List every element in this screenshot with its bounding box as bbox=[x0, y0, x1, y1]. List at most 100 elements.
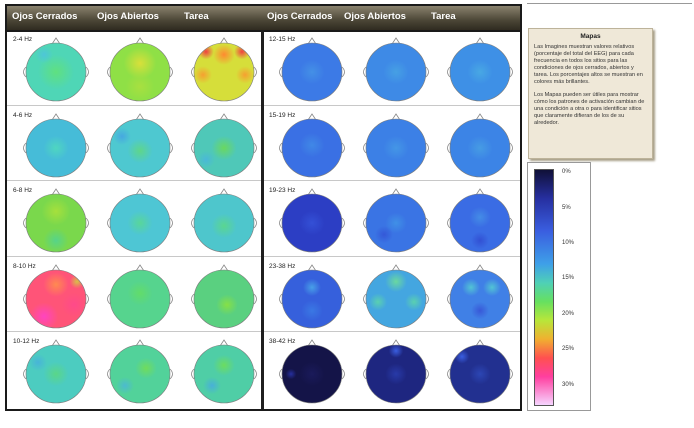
head-map bbox=[361, 264, 431, 329]
activation-region bbox=[194, 66, 212, 84]
activation-region bbox=[299, 132, 325, 157]
row-separator bbox=[264, 104, 520, 106]
head-map-svg bbox=[447, 37, 513, 102]
activation-region bbox=[213, 355, 235, 377]
head-map-svg bbox=[23, 112, 89, 177]
right-ear bbox=[85, 293, 89, 305]
head-map bbox=[277, 264, 347, 329]
head-map bbox=[21, 112, 91, 178]
head-map-svg bbox=[447, 188, 513, 253]
info-title: Mapas bbox=[580, 33, 601, 40]
row-separator bbox=[264, 180, 520, 182]
right-ear bbox=[169, 293, 173, 305]
activation-region bbox=[127, 138, 153, 163]
head-map bbox=[189, 339, 259, 404]
right-ear bbox=[425, 142, 429, 153]
header-eyes-open-left: Ojos Abiertos bbox=[97, 11, 159, 22]
left-ear bbox=[363, 293, 367, 305]
activation-region bbox=[467, 135, 493, 160]
right-ear bbox=[169, 142, 173, 153]
activation-region bbox=[29, 354, 47, 372]
right-ear bbox=[253, 66, 257, 78]
scale-tick-label: 30% bbox=[562, 382, 575, 388]
left-ear bbox=[447, 217, 451, 229]
activation-region bbox=[211, 135, 237, 160]
scale-tick-label: 5% bbox=[562, 205, 571, 211]
activation-region bbox=[61, 292, 86, 317]
right-ear bbox=[253, 369, 257, 380]
activation-region bbox=[301, 299, 323, 321]
head-map-svg bbox=[363, 264, 429, 329]
scalp-fill bbox=[450, 269, 510, 328]
activation-region bbox=[469, 206, 491, 228]
activation-region bbox=[285, 369, 297, 380]
head-map-svg bbox=[191, 37, 257, 102]
head-map-svg bbox=[191, 339, 257, 404]
activation-region bbox=[385, 270, 407, 292]
row-separator bbox=[7, 104, 261, 106]
left-ear bbox=[279, 142, 283, 153]
activation-region bbox=[483, 278, 501, 296]
head-map-svg bbox=[447, 339, 513, 404]
activation-region bbox=[203, 377, 221, 395]
head-map-svg bbox=[279, 188, 345, 253]
head-map bbox=[105, 112, 175, 178]
row-separator bbox=[7, 255, 261, 257]
scale-tick-label: 15% bbox=[562, 275, 575, 281]
head-map-svg bbox=[23, 264, 89, 329]
info-paragraph-2: Los Mapas pueden ser útiles para mostrar… bbox=[534, 92, 645, 126]
head-map-svg bbox=[191, 112, 257, 177]
head-map bbox=[277, 112, 347, 178]
head-map-svg bbox=[363, 112, 429, 177]
scale-tick-label: 20% bbox=[562, 311, 575, 317]
left-ear bbox=[191, 217, 195, 229]
color-scale-legend: 0% 5% 10% 15% 20% 25% 30% bbox=[527, 162, 591, 411]
activation-region bbox=[375, 226, 393, 244]
row-separator bbox=[7, 180, 261, 182]
head-map bbox=[189, 264, 259, 329]
column-header-bar: Ojos Cerrados Ojos Abiertos Tarea Ojos C… bbox=[7, 6, 520, 32]
right-ear bbox=[169, 369, 173, 380]
left-ear bbox=[363, 369, 367, 380]
right-ear bbox=[341, 142, 345, 153]
right-ear bbox=[341, 66, 345, 78]
left-ear bbox=[23, 142, 27, 153]
header-task-right: Tarea bbox=[431, 11, 456, 22]
activation-region bbox=[299, 211, 325, 236]
activation-region bbox=[369, 292, 387, 311]
activation-region bbox=[236, 66, 254, 84]
head-map-svg bbox=[107, 37, 173, 102]
left-ear bbox=[279, 217, 283, 229]
head-map-svg bbox=[363, 188, 429, 253]
right-ear bbox=[85, 217, 89, 229]
activation-region bbox=[43, 272, 69, 297]
color-scale-bar bbox=[534, 169, 554, 406]
head-map-svg bbox=[279, 112, 345, 177]
head-map-svg bbox=[107, 188, 173, 253]
right-ear bbox=[85, 142, 89, 153]
activation-region bbox=[471, 231, 489, 250]
row-separator bbox=[7, 331, 261, 333]
left-ear bbox=[191, 142, 195, 153]
head-map bbox=[361, 112, 431, 178]
activation-region bbox=[405, 292, 423, 311]
left-ear bbox=[23, 66, 27, 78]
activation-region bbox=[299, 362, 325, 387]
activation-region bbox=[43, 362, 69, 387]
head-map bbox=[277, 339, 347, 404]
head-map bbox=[21, 264, 91, 329]
left-ear bbox=[363, 142, 367, 153]
activation-region bbox=[299, 59, 325, 85]
right-ear bbox=[169, 66, 173, 78]
head-map bbox=[189, 188, 259, 253]
activation-region bbox=[197, 150, 215, 168]
head-map bbox=[21, 37, 91, 102]
scale-tick-label: 25% bbox=[562, 346, 575, 352]
head-map bbox=[445, 264, 515, 329]
right-ear bbox=[509, 293, 513, 305]
activation-region bbox=[383, 135, 409, 160]
head-map bbox=[361, 188, 431, 253]
head-map bbox=[105, 37, 175, 102]
activation-region bbox=[125, 72, 155, 101]
right-ear bbox=[85, 66, 89, 78]
